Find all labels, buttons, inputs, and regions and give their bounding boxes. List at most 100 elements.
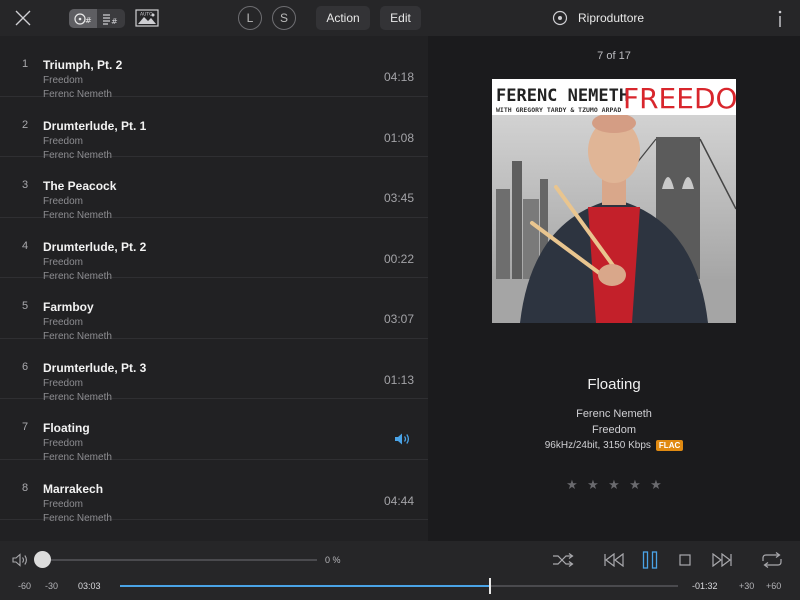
top-toolbar: # # AUTO L S Action Edit Riproduttore xyxy=(0,0,800,36)
now-playing-album: Freedom xyxy=(591,424,637,436)
album-cover-art: FERENC NEMETH FREEDOM WITH GREGORY TARDY… xyxy=(492,79,736,323)
speaker-icon xyxy=(12,553,27,567)
track-number: 5 xyxy=(22,300,29,312)
album-cover[interactable]: FERENC NEMETH FREEDOM WITH GREGORY TARDY… xyxy=(492,79,736,323)
next-button[interactable] xyxy=(711,550,733,570)
star-icon[interactable]: ★ xyxy=(586,477,600,493)
star-icon[interactable]: ★ xyxy=(628,477,642,493)
player-tab[interactable]: Riproduttore xyxy=(552,8,644,28)
track-title: Farmboy xyxy=(43,300,94,314)
track-duration: 03:07 xyxy=(383,312,414,326)
repeat-icon xyxy=(762,552,782,568)
info-icon xyxy=(778,10,782,27)
skip-back-30-button[interactable]: -30 xyxy=(45,581,58,591)
track-number: 3 xyxy=(22,179,29,191)
progress-handle[interactable] xyxy=(489,578,492,594)
track-row[interactable]: 6 Drumterlude, Pt. 3 Freedom Ferenc Neme… xyxy=(0,339,428,403)
track-row[interactable]: 2 Drumterlude, Pt. 1 Freedom Ferenc Neme… xyxy=(0,97,428,161)
track-album: Freedom xyxy=(43,438,84,449)
track-number: 6 xyxy=(22,360,29,373)
track-album: Freedom xyxy=(43,135,84,147)
track-row[interactable]: 3 The Peacock Freedom Ferenc Nemeth 03:4… xyxy=(0,157,428,221)
track-album: Freedom xyxy=(43,377,84,389)
volume-button[interactable] xyxy=(12,553,30,572)
star-icon[interactable]: ★ xyxy=(649,477,663,493)
player-icon xyxy=(552,10,568,26)
track-duration: 04:44 xyxy=(383,493,414,508)
track-title: Marrakech xyxy=(43,481,104,496)
track-album: Freedom xyxy=(43,256,84,268)
remaining-time: -01:32 xyxy=(692,581,718,591)
skip-forward-30-button[interactable]: +30 xyxy=(739,581,754,591)
track-album: Freedom xyxy=(43,317,84,328)
track-title: Triumph, Pt. 2 xyxy=(43,58,123,72)
track-duration: 01:13 xyxy=(383,372,414,387)
repeat-button[interactable] xyxy=(760,550,784,570)
track-duration: 00:22 xyxy=(383,251,414,266)
s-button[interactable]: S xyxy=(272,6,296,30)
progress-fill xyxy=(120,585,491,587)
volume-slider[interactable] xyxy=(40,559,317,561)
now-playing-pane: 7 of 17 FERENC NEMETH FREEDO WITH GREGOR… xyxy=(428,36,800,541)
track-number: 7 xyxy=(22,421,29,433)
edit-button[interactable]: Edit xyxy=(380,6,421,30)
playlist-icon: # xyxy=(103,13,118,25)
svg-text:#: # xyxy=(85,16,92,25)
skip-back-60-button[interactable]: -60 xyxy=(18,581,31,591)
track-album: Freedom xyxy=(43,196,84,207)
stop-button[interactable] xyxy=(678,550,692,570)
volume-slider-knob[interactable] xyxy=(34,551,51,568)
shuffle-button[interactable] xyxy=(552,550,574,570)
track-title: Drumterlude, Pt. 1 xyxy=(43,118,147,133)
star-icon[interactable]: ★ xyxy=(565,477,579,493)
now-playing-artist: Ferenc Nemeth xyxy=(576,408,652,420)
rating-stars: ★ ★ ★ ★ ★ xyxy=(428,477,800,493)
close-icon xyxy=(15,10,31,26)
close-button[interactable] xyxy=(10,6,36,30)
previous-button[interactable] xyxy=(603,550,625,570)
audio-quality-row: 96kHz/24bit, 3150 Kbps FLAC xyxy=(428,440,800,451)
track-album: Freedom xyxy=(43,498,84,510)
track-number: 4 xyxy=(22,239,29,252)
pause-button[interactable] xyxy=(641,550,659,570)
elapsed-time: 03:03 xyxy=(78,581,101,591)
svg-text:#: # xyxy=(111,17,118,25)
previous-icon xyxy=(604,553,624,567)
skip-forward-60-button[interactable]: +60 xyxy=(766,581,781,591)
track-row-playing[interactable]: 7 Floating Freedom Ferenc Nemeth xyxy=(0,399,428,463)
track-row[interactable]: 5 Farmboy Freedom Ferenc Nemeth 03:07 xyxy=(0,278,428,342)
info-button[interactable] xyxy=(772,8,788,30)
track-album: Freedom xyxy=(43,75,84,86)
playlist-view-button[interactable]: # xyxy=(97,9,125,28)
track-number: 1 xyxy=(22,58,29,70)
track-title: Floating xyxy=(43,421,90,435)
l-button[interactable]: L xyxy=(238,6,262,30)
star-icon[interactable]: ★ xyxy=(607,477,621,493)
action-button[interactable]: Action xyxy=(316,6,370,30)
now-playing-speaker-icon xyxy=(394,432,412,451)
track-list: 1 Triumph, Pt. 2 Freedom Ferenc Nemeth 0… xyxy=(0,36,428,541)
track-number: 2 xyxy=(22,118,29,131)
image-icon: AUTO xyxy=(135,9,159,27)
playback-bar: 0 % -60 -30 03:03 -01:32 +30 +60 xyxy=(0,541,800,600)
track-row[interactable]: 4 Drumterlude, Pt. 2 Freedom Ferenc Neme… xyxy=(0,218,428,282)
track-title: The Peacock xyxy=(43,179,117,193)
auto-label: AUTO xyxy=(140,12,153,18)
cover-artist-text: FERENC NEMETH xyxy=(496,86,629,106)
library-view-button[interactable]: # xyxy=(69,9,97,28)
library-icon: # xyxy=(74,12,92,25)
now-playing-title: Floating xyxy=(587,376,641,393)
shuffle-icon xyxy=(553,553,574,567)
audio-quality: 96kHz/24bit, 3150 Kbps xyxy=(544,440,651,451)
progress-slider[interactable] xyxy=(120,578,678,594)
track-title: Drumterlude, Pt. 3 xyxy=(43,360,147,375)
next-icon xyxy=(712,553,732,567)
volume-percent: 0 % xyxy=(325,555,341,565)
pause-icon xyxy=(642,551,658,569)
auto-artwork-button[interactable]: AUTO xyxy=(135,8,159,28)
track-row[interactable]: 1 Triumph, Pt. 2 Freedom Ferenc Nemeth 0… xyxy=(0,36,428,100)
track-number: 8 xyxy=(22,481,29,494)
stop-icon xyxy=(679,554,691,566)
view-mode-segmented-control: # # xyxy=(69,9,125,28)
track-row[interactable]: 8 Marrakech Freedom Ferenc Nemeth 04:44 xyxy=(0,460,428,524)
